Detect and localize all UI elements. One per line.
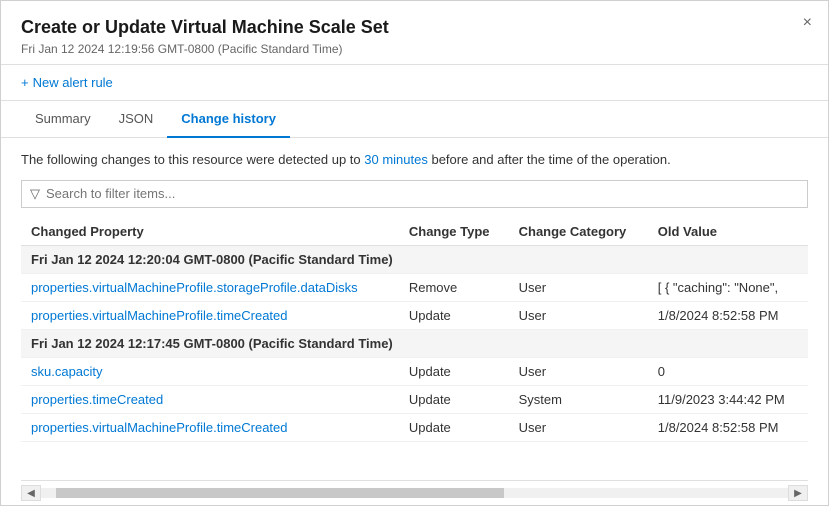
change-category-cell: System <box>509 385 648 413</box>
old-value-cell: 1/8/2024 8:52:58 PM <box>648 413 808 441</box>
table-row: properties.virtualMachineProfile.timeCre… <box>21 413 808 441</box>
old-value-cell: 1/8/2024 8:52:58 PM <box>648 301 808 329</box>
change-type-cell: Remove <box>399 273 509 301</box>
old-value-cell: 11/9/2023 3:44:42 PM <box>648 385 808 413</box>
dialog-title: Create or Update Virtual Machine Scale S… <box>21 17 808 38</box>
tab-bar: Summary JSON Change history <box>1 101 828 138</box>
change-type-cell: Update <box>399 301 509 329</box>
filter-icon: ▽ <box>30 186 40 202</box>
old-value-cell: [ { "caching": "None", <box>648 273 808 301</box>
change-type-cell: Update <box>399 413 509 441</box>
property-link[interactable]: properties.timeCreated <box>21 385 399 413</box>
change-category-cell: User <box>509 301 648 329</box>
dialog: Create or Update Virtual Machine Scale S… <box>1 1 828 505</box>
scroll-left-arrow[interactable]: ◀ <box>21 485 41 501</box>
group-label: Fri Jan 12 2024 12:20:04 GMT-0800 (Pacif… <box>21 245 808 273</box>
table-row: properties.timeCreatedUpdateSystem11/9/2… <box>21 385 808 413</box>
property-link[interactable]: properties.virtualMachineProfile.timeCre… <box>21 301 399 329</box>
dialog-subtitle: Fri Jan 12 2024 12:19:56 GMT-0800 (Pacif… <box>21 42 808 56</box>
info-highlight: 30 minutes <box>364 152 428 167</box>
change-category-cell: User <box>509 273 648 301</box>
change-category-cell: User <box>509 413 648 441</box>
col-changed-property: Changed Property <box>21 218 399 246</box>
table-row: properties.virtualMachineProfile.timeCre… <box>21 301 808 329</box>
table-row: properties.virtualMachineProfile.storage… <box>21 273 808 301</box>
tab-summary[interactable]: Summary <box>21 101 105 138</box>
main-content: The following changes to this resource w… <box>1 138 828 505</box>
info-after: before and after the time of the operati… <box>428 152 671 167</box>
col-old-value: Old Value <box>648 218 808 246</box>
change-type-cell: Update <box>399 385 509 413</box>
search-input[interactable] <box>46 186 799 201</box>
toolbar: + New alert rule <box>1 65 828 101</box>
table-container: Changed Property Change Type Change Cate… <box>21 218 808 481</box>
close-button[interactable]: × <box>803 15 812 31</box>
scroll-track[interactable] <box>41 488 788 498</box>
table-header-row: Changed Property Change Type Change Cate… <box>21 218 808 246</box>
col-change-type: Change Type <box>399 218 509 246</box>
plus-icon: + <box>21 75 29 90</box>
horizontal-scrollbar[interactable]: ◀ ▶ <box>21 480 808 505</box>
info-before: The following changes to this resource w… <box>21 152 364 167</box>
new-alert-label: New alert rule <box>33 75 113 90</box>
tab-change-history[interactable]: Change history <box>167 101 290 138</box>
new-alert-rule-button[interactable]: + New alert rule <box>21 75 113 90</box>
table-row: sku.capacityUpdateUser0 <box>21 357 808 385</box>
search-bar: ▽ <box>21 180 808 208</box>
dialog-header: Create or Update Virtual Machine Scale S… <box>1 1 828 65</box>
property-link[interactable]: properties.virtualMachineProfile.storage… <box>21 273 399 301</box>
scroll-right-arrow[interactable]: ▶ <box>788 485 808 501</box>
tab-json[interactable]: JSON <box>105 101 168 138</box>
old-value-cell: 0 <box>648 357 808 385</box>
group-row: Fri Jan 12 2024 12:17:45 GMT-0800 (Pacif… <box>21 329 808 357</box>
info-text: The following changes to this resource w… <box>21 150 808 170</box>
col-change-category: Change Category <box>509 218 648 246</box>
group-label: Fri Jan 12 2024 12:17:45 GMT-0800 (Pacif… <box>21 329 808 357</box>
change-history-table: Changed Property Change Type Change Cate… <box>21 218 808 442</box>
property-link[interactable]: sku.capacity <box>21 357 399 385</box>
property-link[interactable]: properties.virtualMachineProfile.timeCre… <box>21 413 399 441</box>
group-row: Fri Jan 12 2024 12:20:04 GMT-0800 (Pacif… <box>21 245 808 273</box>
change-category-cell: User <box>509 357 648 385</box>
scroll-thumb[interactable] <box>56 488 504 498</box>
table-body: Fri Jan 12 2024 12:20:04 GMT-0800 (Pacif… <box>21 245 808 441</box>
change-type-cell: Update <box>399 357 509 385</box>
